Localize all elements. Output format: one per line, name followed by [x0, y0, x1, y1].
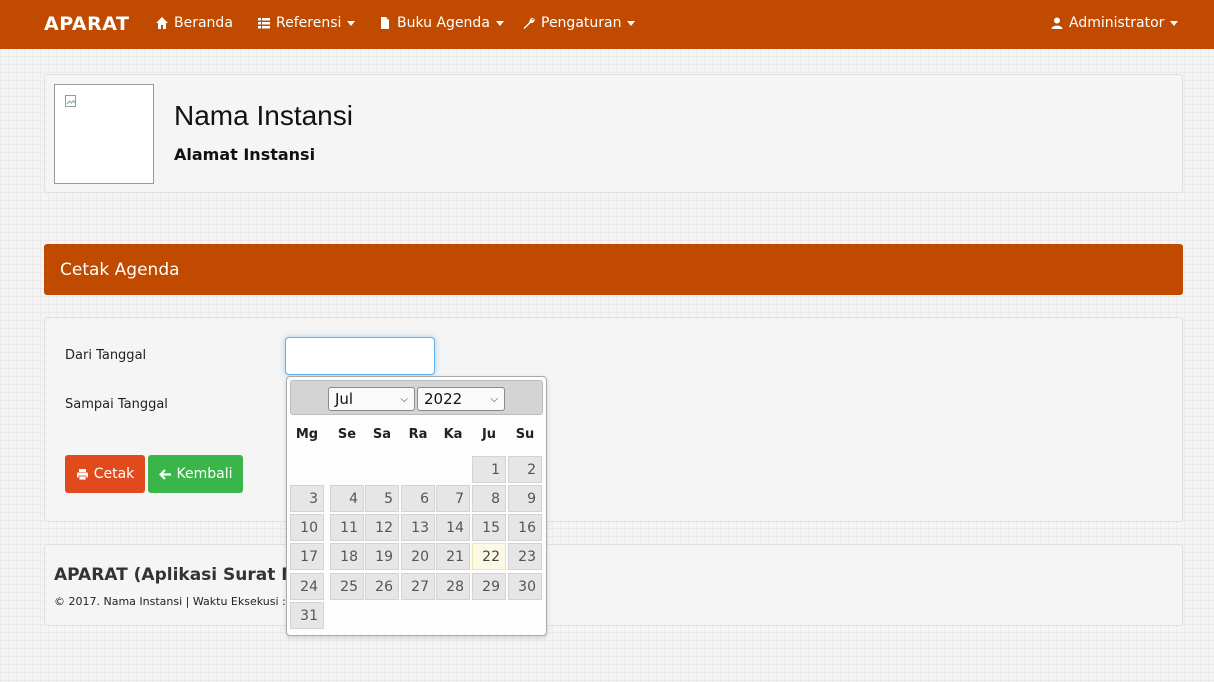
day-cell[interactable]: 18	[330, 543, 364, 570]
institution-logo	[54, 84, 154, 184]
footer-meta: © 2017. Nama Instansi | Waktu Eksekusi :…	[54, 595, 297, 608]
nav-beranda-label: Beranda	[174, 15, 233, 31]
chevron-down-icon	[495, 20, 504, 26]
day-cell[interactable]: 2	[508, 456, 542, 483]
nav-buku-agenda-label: Buku Agenda	[397, 15, 490, 31]
chevron-down-icon	[1170, 20, 1179, 26]
day-cell[interactable]: 31	[290, 602, 324, 629]
nav-buku-agenda[interactable]: Buku Agenda	[378, 15, 504, 31]
day-cell[interactable]: 19	[365, 543, 399, 570]
institution-card: Nama Instansi Alamat Instansi	[44, 74, 1183, 193]
day-cell[interactable]: 7	[436, 485, 470, 512]
to-date-label: Sampai Tanggal	[65, 397, 168, 412]
from-date-label: Dari Tanggal	[65, 348, 147, 363]
nav-pengaturan-label: Pengaturan	[541, 15, 622, 31]
day-cell[interactable]: 26	[365, 573, 399, 600]
weekday-header: Ju	[481, 427, 497, 442]
weekday-header: Mg	[295, 427, 319, 442]
day-cell[interactable]: 4	[330, 485, 364, 512]
day-cell[interactable]: 12	[365, 514, 399, 541]
day-cell[interactable]: 28	[436, 573, 470, 600]
day-cell[interactable]: 16	[508, 514, 542, 541]
user-icon	[1051, 17, 1063, 29]
back-button-label: Kembali	[176, 466, 233, 482]
weekday-header: Sa	[372, 427, 392, 442]
day-cell[interactable]: 25	[330, 573, 364, 600]
day-cell[interactable]: 5	[365, 485, 399, 512]
day-cell[interactable]: 15	[472, 514, 506, 541]
print-button[interactable]: Cetak	[65, 455, 145, 493]
day-cell[interactable]: 10	[290, 514, 324, 541]
nav-pengaturan[interactable]: Pengaturan	[522, 15, 636, 31]
day-cell-today[interactable]: 22	[472, 543, 506, 570]
top-navbar: APARAT Beranda Referensi Buku Agenda Pen…	[0, 0, 1214, 49]
institution-name: Nama Instansi	[174, 100, 353, 131]
weekday-header: Su	[515, 427, 535, 442]
year-select-value: 2022	[424, 390, 463, 408]
day-cell[interactable]: 17	[290, 543, 324, 570]
file-icon	[381, 17, 389, 29]
chevron-down-icon	[347, 20, 356, 26]
day-cell[interactable]: 20	[401, 543, 435, 570]
panel-title: Cetak Agenda	[44, 244, 1183, 295]
brand-logo[interactable]: APARAT	[44, 13, 129, 35]
day-cell[interactable]: 6	[401, 485, 435, 512]
day-cell[interactable]: 11	[330, 514, 364, 541]
day-cell[interactable]: 8	[472, 485, 506, 512]
day-cell[interactable]: 1	[472, 456, 506, 483]
day-cell[interactable]: 30	[508, 573, 542, 600]
printer-icon	[76, 468, 88, 480]
chevron-down-icon	[627, 20, 636, 26]
wrench-icon	[523, 17, 535, 29]
day-cell[interactable]: 21	[436, 543, 470, 570]
month-select-value: Jul	[335, 390, 354, 408]
nav-referensi[interactable]: Referensi	[257, 15, 356, 31]
chevron-down-icon: ⌵	[490, 393, 498, 405]
chevron-down-icon: ⌵	[400, 393, 408, 405]
weekday-header: Se	[337, 427, 357, 442]
day-cell[interactable]: 27	[401, 573, 435, 600]
day-cell[interactable]: 24	[290, 573, 324, 600]
datepicker-popup: Jul ⌵ 2022 ⌵ Mg Se Sa Ra Ka Ju Su 1 2 3 4 5 6 7 8 9 10 11…	[286, 376, 547, 636]
day-cell[interactable]: 29	[472, 573, 506, 600]
arrow-left-icon	[158, 468, 171, 480]
footer-title: APARAT (Aplikasi Surat Me	[54, 565, 310, 585]
user-menu-label: Administrator	[1069, 15, 1165, 31]
from-date-input[interactable]	[285, 337, 435, 375]
datepicker-header: Jul ⌵ 2022 ⌵	[290, 380, 543, 415]
footer-card: APARAT (Aplikasi Surat Me © 2017. Nama I…	[44, 544, 1183, 626]
broken-image-icon	[65, 95, 76, 107]
institution-address: Alamat Instansi	[174, 145, 316, 164]
weekday-header: Ra	[408, 427, 428, 442]
print-button-label: Cetak	[93, 466, 135, 482]
day-cell[interactable]: 14	[436, 514, 470, 541]
user-menu[interactable]: Administrator	[1050, 15, 1179, 31]
nav-referensi-label: Referensi	[276, 15, 342, 31]
year-select[interactable]: 2022 ⌵	[417, 387, 505, 411]
nav-beranda[interactable]: Beranda	[155, 15, 233, 31]
list-icon	[258, 18, 270, 29]
day-cell[interactable]: 23	[508, 543, 542, 570]
day-cell[interactable]: 13	[401, 514, 435, 541]
day-cell[interactable]: 9	[508, 485, 542, 512]
back-button[interactable]: Kembali	[148, 455, 243, 493]
day-cell[interactable]: 3	[290, 485, 324, 512]
home-icon	[156, 17, 168, 29]
weekday-header: Ka	[443, 427, 463, 442]
month-select[interactable]: Jul ⌵	[328, 387, 415, 411]
